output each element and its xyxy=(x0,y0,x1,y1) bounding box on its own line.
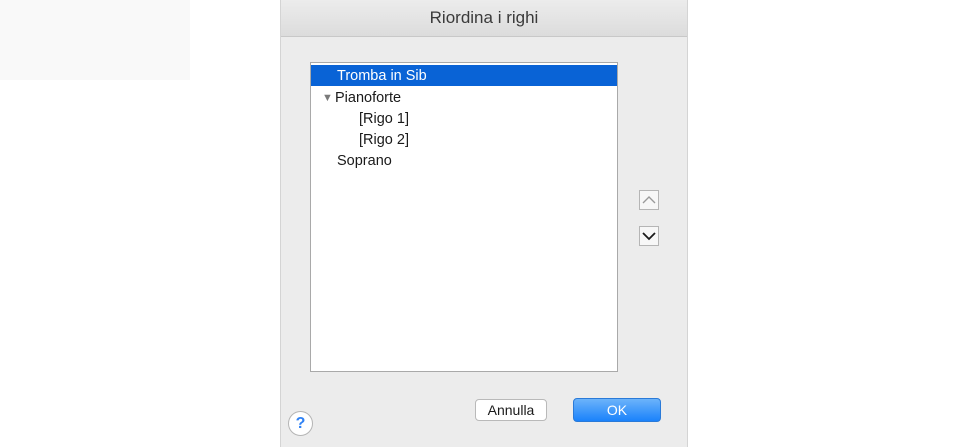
ok-button[interactable]: OK xyxy=(573,398,661,422)
list-item-rigo-1[interactable]: [Rigo 1] xyxy=(311,108,617,129)
cancel-button[interactable]: Annulla xyxy=(475,399,547,421)
staves-list[interactable]: Tromba in Sib ▼ Pianoforte [Rigo 1] [Rig… xyxy=(310,62,618,372)
list-item-label: Pianoforte xyxy=(335,89,402,106)
move-down-button[interactable] xyxy=(639,226,659,246)
reorder-staves-dialog: Riordina i righi Tromba in Sib ▼ Pianofo… xyxy=(280,0,688,447)
list-item-pianoforte[interactable]: ▼ Pianoforte xyxy=(311,87,617,108)
background-window xyxy=(0,0,190,80)
help-button[interactable]: ? xyxy=(288,411,313,436)
list-item-label: Soprano xyxy=(337,152,392,169)
list-item-label: [Rigo 2] xyxy=(359,131,409,148)
move-up-button[interactable] xyxy=(639,190,659,210)
chevron-up-icon xyxy=(642,196,656,204)
list-item-rigo-2[interactable]: [Rigo 2] xyxy=(311,129,617,150)
chevron-down-icon xyxy=(642,232,656,241)
list-item-label: [Rigo 1] xyxy=(359,110,409,127)
disclosure-triangle-icon[interactable]: ▼ xyxy=(322,92,335,104)
list-item-soprano[interactable]: Soprano xyxy=(311,150,617,171)
dialog-title: Riordina i righi xyxy=(281,0,687,37)
list-item-tromba[interactable]: Tromba in Sib xyxy=(311,65,617,86)
list-item-label: Tromba in Sib xyxy=(337,67,427,84)
